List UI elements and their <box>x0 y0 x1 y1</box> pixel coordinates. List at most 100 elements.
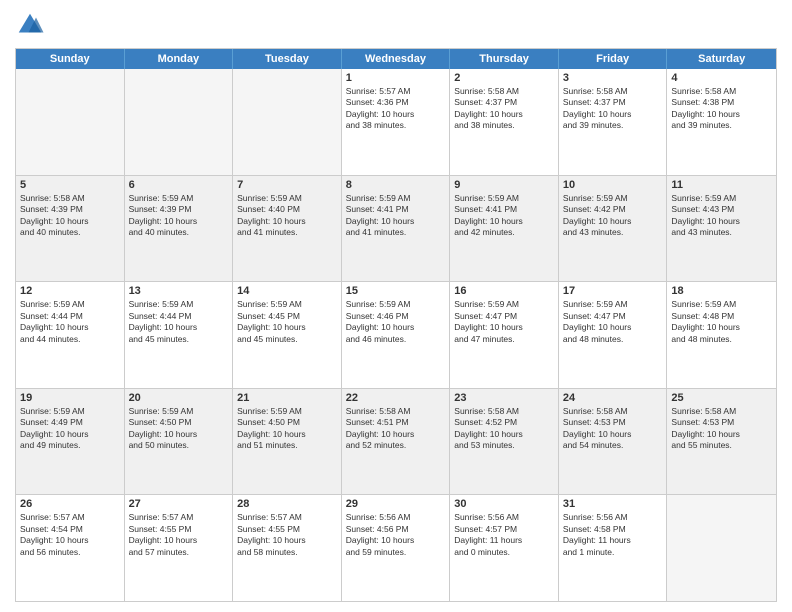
weekday-header: Sunday <box>16 49 125 69</box>
calendar-cell: 13Sunrise: 5:59 AM Sunset: 4:44 PM Dayli… <box>125 282 234 388</box>
calendar-row: 26Sunrise: 5:57 AM Sunset: 4:54 PM Dayli… <box>16 495 776 601</box>
day-number: 29 <box>346 498 446 510</box>
calendar-cell: 31 Sunrise: 5:56 AM Sunset: 4:58 PM Dayli… <box>559 495 668 601</box>
calendar-cell: 22Sunrise: 5:58 AM Sunset: 4:51 PM Dayli… <box>342 389 451 495</box>
calendar-row: 19 Sunrise: 5:59 AM Sunset: 4:49 PM Dayli… <box>16 389 776 496</box>
day-info: Sunrise: 5:58 AM Sunset: 4:37 PM Dayligh… <box>563 86 663 132</box>
day-info: Sunrise: 5:59 AM Sunset: 4:40 PM Dayligh… <box>237 193 337 239</box>
weekday-header: Saturday <box>667 49 776 69</box>
day-info: Sunrise: 5:59 AM Sunset: 4:43 PM Dayligh… <box>671 193 772 239</box>
header <box>15 10 777 40</box>
day-number: 21 <box>237 392 337 404</box>
calendar-cell: 6 Sunrise: 5:59 AM Sunset: 4:39 PM Daylig… <box>125 176 234 282</box>
day-number: 10 <box>563 179 663 191</box>
day-number: 11 <box>671 179 772 191</box>
day-info: Sunrise: 5:59 AM Sunset: 4:49 PM Dayligh… <box>20 406 120 452</box>
logo-icon <box>15 10 45 40</box>
calendar-cell: 27 Sunrise: 5:57 AM Sunset: 4:55 PM Dayli… <box>125 495 234 601</box>
day-number: 8 <box>346 179 446 191</box>
day-info: Sunrise: 5:58 AM Sunset: 4:38 PM Dayligh… <box>671 86 772 132</box>
day-info: Sunrise: 5:56 AM Sunset: 4:58 PM Dayligh… <box>563 512 663 558</box>
day-info: Sunrise: 5:57 AM Sunset: 4:36 PM Dayligh… <box>346 86 446 132</box>
day-info: Sunrise: 5:59 AM Sunset: 4:47 PM Dayligh… <box>563 299 663 345</box>
day-number: 6 <box>129 179 229 191</box>
day-info: Sunrise: 5:58 AM Sunset: 4:53 PM Dayligh… <box>671 406 772 452</box>
day-number: 9 <box>454 179 554 191</box>
day-info: Sunrise: 5:59 AM Sunset: 4:39 PM Dayligh… <box>129 193 229 239</box>
day-number: 5 <box>20 179 120 191</box>
calendar-cell: 7 Sunrise: 5:59 AM Sunset: 4:40 PM Daylig… <box>233 176 342 282</box>
calendar-cell: 21 Sunrise: 5:59 AM Sunset: 4:50 PM Dayli… <box>233 389 342 495</box>
day-info: Sunrise: 5:57 AM Sunset: 4:55 PM Dayligh… <box>129 512 229 558</box>
calendar-cell: 8 Sunrise: 5:59 AM Sunset: 4:41 PM Daylig… <box>342 176 451 282</box>
calendar-cell <box>233 69 342 175</box>
day-info: Sunrise: 5:56 AM Sunset: 4:56 PM Dayligh… <box>346 512 446 558</box>
weekday-header: Tuesday <box>233 49 342 69</box>
day-info: Sunrise: 5:59 AM Sunset: 4:41 PM Dayligh… <box>346 193 446 239</box>
calendar-cell: 20 Sunrise: 5:59 AM Sunset: 4:50 PM Dayli… <box>125 389 234 495</box>
day-number: 20 <box>129 392 229 404</box>
day-info: Sunrise: 5:59 AM Sunset: 4:50 PM Dayligh… <box>129 406 229 452</box>
page: SundayMondayTuesdayWednesdayThursdayFrid… <box>0 0 792 612</box>
day-info: Sunrise: 5:58 AM Sunset: 4:37 PM Dayligh… <box>454 86 554 132</box>
day-info: Sunrise: 5:59 AM Sunset: 4:46 PM Dayligh… <box>346 299 446 345</box>
calendar-cell: 10Sunrise: 5:59 AM Sunset: 4:42 PM Dayli… <box>559 176 668 282</box>
day-number: 19 <box>20 392 120 404</box>
calendar-cell: 4 Sunrise: 5:58 AM Sunset: 4:38 PM Daylig… <box>667 69 776 175</box>
calendar-cell: 2 Sunrise: 5:58 AM Sunset: 4:37 PM Daylig… <box>450 69 559 175</box>
calendar-cell: 30 Sunrise: 5:56 AM Sunset: 4:57 PM Dayli… <box>450 495 559 601</box>
calendar-cell: 17Sunrise: 5:59 AM Sunset: 4:47 PM Dayli… <box>559 282 668 388</box>
day-number: 22 <box>346 392 446 404</box>
day-number: 1 <box>346 72 446 84</box>
calendar-cell: 19 Sunrise: 5:59 AM Sunset: 4:49 PM Dayli… <box>16 389 125 495</box>
weekday-header: Friday <box>559 49 668 69</box>
day-number: 31 <box>563 498 663 510</box>
calendar-cell: 29 Sunrise: 5:56 AM Sunset: 4:56 PM Dayli… <box>342 495 451 601</box>
calendar-cell <box>125 69 234 175</box>
calendar-row: 12Sunrise: 5:59 AM Sunset: 4:44 PM Dayli… <box>16 282 776 389</box>
calendar-header: SundayMondayTuesdayWednesdayThursdayFrid… <box>16 49 776 69</box>
calendar-row: 1 Sunrise: 5:57 AM Sunset: 4:36 PM Daylig… <box>16 69 776 176</box>
day-number: 13 <box>129 285 229 297</box>
day-info: Sunrise: 5:59 AM Sunset: 4:41 PM Dayligh… <box>454 193 554 239</box>
day-number: 14 <box>237 285 337 297</box>
weekday-header: Monday <box>125 49 234 69</box>
calendar-cell: 15 Sunrise: 5:59 AM Sunset: 4:46 PM Dayli… <box>342 282 451 388</box>
day-info: Sunrise: 5:59 AM Sunset: 4:48 PM Dayligh… <box>671 299 772 345</box>
calendar-cell: 12Sunrise: 5:59 AM Sunset: 4:44 PM Dayli… <box>16 282 125 388</box>
day-number: 16 <box>454 285 554 297</box>
calendar-cell: 9 Sunrise: 5:59 AM Sunset: 4:41 PM Daylig… <box>450 176 559 282</box>
calendar-cell: 24 Sunrise: 5:58 AM Sunset: 4:53 PM Dayli… <box>559 389 668 495</box>
day-number: 30 <box>454 498 554 510</box>
day-number: 12 <box>20 285 120 297</box>
day-number: 26 <box>20 498 120 510</box>
calendar-cell: 28 Sunrise: 5:57 AM Sunset: 4:55 PM Dayli… <box>233 495 342 601</box>
day-number: 2 <box>454 72 554 84</box>
day-number: 27 <box>129 498 229 510</box>
day-number: 24 <box>563 392 663 404</box>
day-info: Sunrise: 5:56 AM Sunset: 4:57 PM Dayligh… <box>454 512 554 558</box>
day-info: Sunrise: 5:59 AM Sunset: 4:50 PM Dayligh… <box>237 406 337 452</box>
day-number: 25 <box>671 392 772 404</box>
calendar-cell: 18 Sunrise: 5:59 AM Sunset: 4:48 PM Dayli… <box>667 282 776 388</box>
calendar: SundayMondayTuesdayWednesdayThursdayFrid… <box>15 48 777 602</box>
day-number: 4 <box>671 72 772 84</box>
calendar-cell: 5 Sunrise: 5:58 AM Sunset: 4:39 PM Daylig… <box>16 176 125 282</box>
day-info: Sunrise: 5:57 AM Sunset: 4:55 PM Dayligh… <box>237 512 337 558</box>
calendar-cell: 1 Sunrise: 5:57 AM Sunset: 4:36 PM Daylig… <box>342 69 451 175</box>
day-number: 18 <box>671 285 772 297</box>
calendar-cell: 23Sunrise: 5:58 AM Sunset: 4:52 PM Dayli… <box>450 389 559 495</box>
calendar-body: 1 Sunrise: 5:57 AM Sunset: 4:36 PM Daylig… <box>16 69 776 601</box>
day-number: 28 <box>237 498 337 510</box>
day-number: 7 <box>237 179 337 191</box>
day-info: Sunrise: 5:58 AM Sunset: 4:53 PM Dayligh… <box>563 406 663 452</box>
calendar-cell: 3Sunrise: 5:58 AM Sunset: 4:37 PM Daylig… <box>559 69 668 175</box>
calendar-cell: 11 Sunrise: 5:59 AM Sunset: 4:43 PM Dayli… <box>667 176 776 282</box>
day-info: Sunrise: 5:59 AM Sunset: 4:45 PM Dayligh… <box>237 299 337 345</box>
weekday-header: Wednesday <box>342 49 451 69</box>
day-number: 15 <box>346 285 446 297</box>
day-info: Sunrise: 5:58 AM Sunset: 4:52 PM Dayligh… <box>454 406 554 452</box>
calendar-cell: 16Sunrise: 5:59 AM Sunset: 4:47 PM Dayli… <box>450 282 559 388</box>
day-info: Sunrise: 5:58 AM Sunset: 4:39 PM Dayligh… <box>20 193 120 239</box>
calendar-row: 5 Sunrise: 5:58 AM Sunset: 4:39 PM Daylig… <box>16 176 776 283</box>
